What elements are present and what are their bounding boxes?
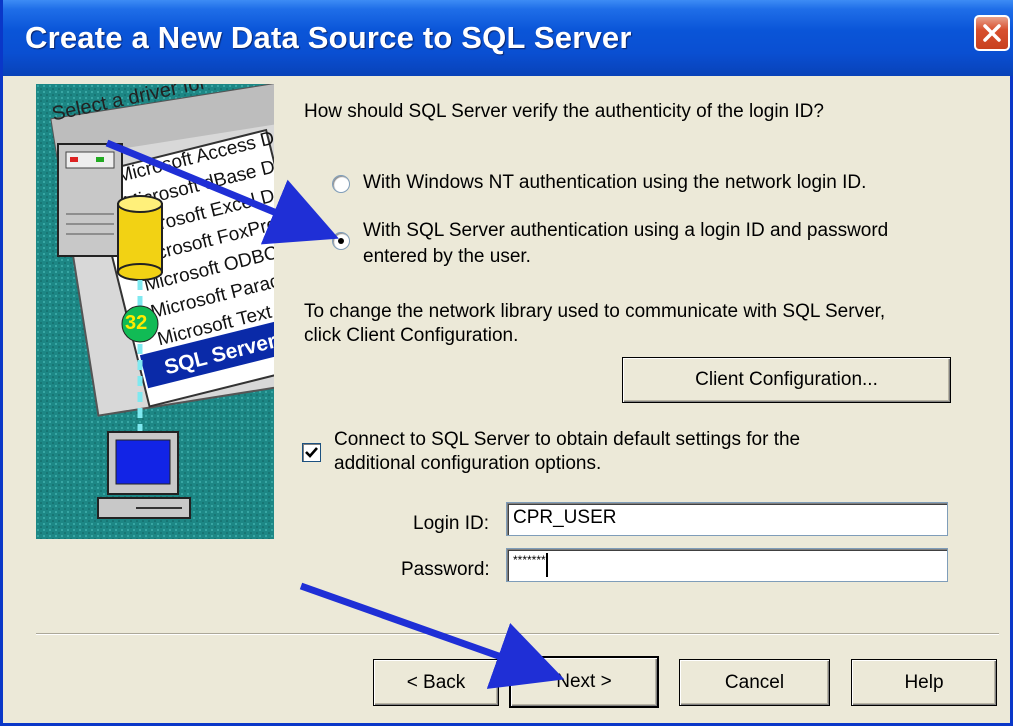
dialog-window: Create a New Data Source to SQL Server S…: [0, 0, 1013, 726]
client-configuration-button[interactable]: Client Configuration...: [622, 357, 951, 403]
connect-label-line1[interactable]: Connect to SQL Server to obtain default …: [334, 428, 800, 452]
computer-icon: [97, 431, 191, 519]
network-text-line2: click Client Configuration.: [304, 325, 519, 346]
checkmark-icon: [305, 447, 318, 458]
password-mask: *******: [513, 553, 546, 567]
title-bar[interactable]: Create a New Data Source to SQL Server: [3, 0, 1013, 76]
radio-sql-auth[interactable]: [332, 232, 350, 250]
network-text-line1: To change the network library used to co…: [304, 301, 886, 322]
server-computer-graphic: [57, 143, 191, 519]
database-icon: [117, 195, 163, 281]
connect-checkbox[interactable]: [302, 443, 321, 462]
text-cursor: [545, 553, 548, 577]
wizard-illustration: Select a driver for Microsoft Access D M…: [36, 84, 274, 539]
back-button[interactable]: < Back: [373, 659, 499, 706]
login-id-label: Login ID:: [413, 513, 490, 534]
annotation-arrow-bottom: [299, 582, 565, 689]
password-label: Password:: [401, 559, 490, 580]
close-icon: [983, 24, 1001, 42]
option-sql-label-line2[interactable]: entered by the user.: [363, 245, 531, 269]
next-button[interactable]: Next >: [509, 656, 659, 708]
option-sql-label-line1[interactable]: With SQL Server authentication using a l…: [363, 219, 888, 243]
login-id-input[interactable]: CPR_USER: [506, 502, 948, 536]
help-button[interactable]: Help: [851, 659, 997, 706]
close-button[interactable]: [974, 15, 1010, 51]
window-title: Create a New Data Source to SQL Server: [25, 20, 632, 55]
option-nt-label[interactable]: With Windows NT authentication using the…: [363, 171, 866, 195]
separator: [36, 633, 999, 635]
badge-32: 32: [125, 312, 148, 334]
connect-label-line2[interactable]: additional configuration options.: [334, 452, 601, 476]
auth-question: How should SQL Server verify the authent…: [304, 101, 824, 122]
password-input[interactable]: *******: [506, 548, 948, 582]
cancel-button[interactable]: Cancel: [679, 659, 830, 706]
radio-nt-auth[interactable]: [332, 175, 350, 193]
